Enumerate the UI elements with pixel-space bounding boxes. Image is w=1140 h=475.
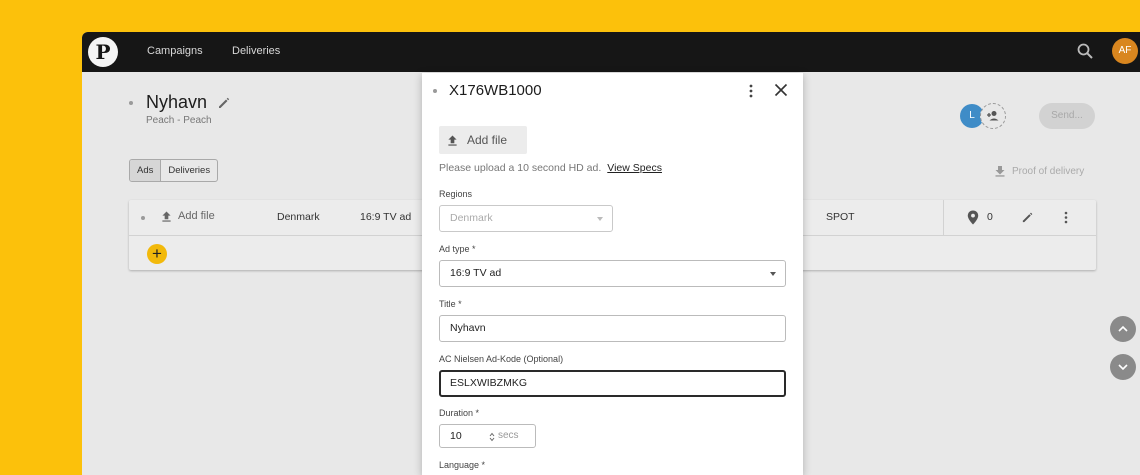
column-divider [943,200,944,235]
row-add-file-button[interactable]: Add file [161,210,215,222]
chevron-up-icon [1118,325,1128,332]
row-region: Denmark [277,211,320,223]
row-edit-icon[interactable] [1021,211,1034,224]
upload-hint: Please upload a 10 second HD ad. View Spe… [439,162,662,174]
add-ad-button[interactable]: + [147,244,167,264]
close-icon[interactable] [774,83,788,97]
add-user-icon [987,111,999,121]
user-avatar[interactable]: AF [1112,38,1138,64]
regions-value: Denmark [450,212,493,224]
duration-value: 10 [450,430,462,442]
nielsen-code-value: ESLXWIBZMKG [450,377,528,389]
nielsen-code-input[interactable]: ESLXWIBZMKG [439,370,786,397]
upload-hint-text: Please upload a 10 second HD ad. [439,162,602,174]
row-more-icon[interactable] [1063,211,1069,224]
row-location-count: 0 [987,211,993,223]
tab-deliveries[interactable]: Deliveries [160,160,217,181]
ad-type-select[interactable]: 16:9 TV ad [439,260,786,287]
edit-icon[interactable] [217,96,231,110]
row-ad-type: 16:9 TV ad [360,211,412,223]
duration-input[interactable]: 10 secs [439,424,536,448]
chevron-down-icon [1118,364,1128,371]
chevron-down-icon [597,217,603,221]
status-dot [129,101,133,105]
proof-of-delivery-label: Proof of delivery [1012,165,1085,177]
nav-deliveries[interactable]: Deliveries [232,45,280,57]
dialog-title: X176WB1000 [449,82,542,99]
dialog-more-icon[interactable] [746,83,756,99]
dialog-status-dot [433,89,437,93]
add-user-button[interactable] [980,103,1006,129]
row-status-dot [141,216,145,220]
chevron-down-icon [770,272,776,276]
upload-icon [448,134,457,146]
send-button[interactable]: Send... [1039,103,1095,129]
view-toggle: Ads Deliveries [129,159,219,182]
stepper-icon[interactable] [489,432,495,442]
add-file-label: Add file [467,133,508,147]
duration-unit: secs [498,430,519,441]
view-specs-link[interactable]: View Specs [607,162,662,174]
add-file-button[interactable]: Add file [439,126,527,154]
scroll-up-button[interactable] [1110,316,1136,342]
nielsen-label: AC Nielsen Ad-Kode (Optional) [439,354,564,364]
search-icon[interactable] [1076,42,1094,60]
upload-icon [162,210,171,222]
nav-campaigns[interactable]: Campaigns [147,45,203,57]
title-label: Title * [439,299,462,309]
ad-edit-dialog: X176WB1000 Add file Please upload a 10 s… [422,73,803,475]
regions-select[interactable]: Denmark [439,205,613,232]
campaign-title: Nyhavn [146,92,208,112]
title-value: Nyhavn [450,322,486,334]
tab-ads[interactable]: Ads [130,160,161,181]
duration-label: Duration * [439,408,480,418]
ad-type-value: 16:9 TV ad [450,267,502,279]
location-pin-icon[interactable] [967,210,979,225]
proof-of-delivery-button[interactable]: Proof of delivery [994,165,1084,177]
top-navigation-bar: P Campaigns Deliveries AF [82,32,1140,72]
download-icon [995,166,1005,177]
campaign-subtitle: Peach - Peach [146,115,212,126]
row-format: SPOT [826,211,855,223]
language-label: Language * [439,460,486,470]
logo[interactable]: P [88,37,118,67]
regions-label: Regions [439,189,473,199]
title-input[interactable]: Nyhavn [439,315,786,342]
scroll-down-button[interactable] [1110,354,1136,380]
ad-type-label: Ad type * [439,244,476,254]
row-add-file-label: Add file [178,210,215,222]
